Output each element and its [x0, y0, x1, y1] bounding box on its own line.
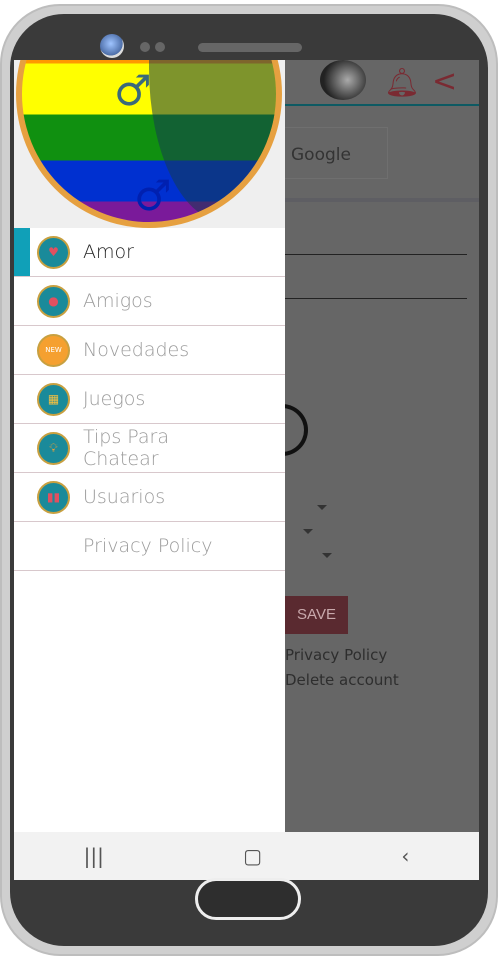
- drawer-item-juegos[interactable]: ▦ Juegos: [14, 375, 285, 424]
- chat-bubbles-icon: ●: [37, 284, 70, 318]
- drawer-item-label: Novedades: [83, 339, 190, 361]
- new-badge-icon: NEW: [37, 333, 70, 367]
- bell-icon[interactable]: 🔔︎: [384, 66, 420, 99]
- screen: 🔔︎ < Google SAVE Privacy Policy Delete a…: [14, 60, 479, 880]
- avatar[interactable]: [320, 60, 366, 100]
- input-underline[interactable]: [285, 298, 467, 299]
- share-icon[interactable]: <: [432, 64, 457, 99]
- drawer-item-label: Usuarios: [83, 486, 166, 508]
- lightbulb-icon: 💡︎: [37, 431, 70, 465]
- physical-home-button[interactable]: [195, 878, 301, 920]
- drawer-item-tips[interactable]: 💡︎ Tips Para Chatear: [14, 424, 285, 473]
- back-button[interactable]: ‹: [401, 844, 409, 868]
- speaker: [198, 43, 302, 52]
- save-button[interactable]: SAVE: [285, 596, 348, 634]
- sensor-dot: [155, 42, 165, 52]
- drawer-item-privacy-policy[interactable]: Privacy Policy: [14, 522, 285, 571]
- drawer-header-logo: ♂ ♂: [14, 60, 285, 228]
- slot-machine-icon: ▦: [37, 382, 70, 416]
- dropdown-arrow-icon[interactable]: [322, 553, 332, 558]
- hearts-chat-icon: ♥: [37, 235, 70, 269]
- drawer-item-label: Tips Para Chatear: [83, 426, 170, 470]
- drawer-item-amor[interactable]: ♥ Amor: [14, 228, 285, 277]
- drawer-item-label: Privacy Policy: [83, 535, 213, 557]
- recent-apps-button[interactable]: |||: [84, 844, 104, 868]
- system-nav-bar: ||| ▢ ‹: [14, 832, 479, 880]
- drawer-item-label: Juegos: [83, 388, 146, 410]
- divider: [285, 104, 479, 106]
- google-signin-button[interactable]: Google: [276, 127, 388, 179]
- drawer-item-label: Amigos: [83, 290, 153, 312]
- divider: [285, 198, 479, 202]
- sensor-dot: [140, 42, 150, 52]
- dropdown-arrow-icon[interactable]: [317, 505, 327, 510]
- input-underline[interactable]: [285, 254, 467, 255]
- delete-account-link[interactable]: Delete account: [285, 671, 399, 689]
- camera-icon: [100, 34, 124, 58]
- dropdown-arrow-icon[interactable]: [303, 529, 313, 534]
- users-icon: ▮▮: [37, 480, 70, 514]
- home-nav-button[interactable]: ▢: [243, 844, 262, 868]
- drawer-item-label: Amor: [83, 241, 134, 263]
- privacy-policy-link[interactable]: Privacy Policy: [285, 646, 387, 664]
- navigation-drawer: ♂ ♂ ♥ Amor ● Amigos NEW Novedades ▦ Juegos 💡…: [14, 60, 285, 832]
- drawer-item-novedades[interactable]: NEW Novedades: [14, 326, 285, 375]
- drawer-item-amigos[interactable]: ● Amigos: [14, 277, 285, 326]
- drawer-item-usuarios[interactable]: ▮▮ Usuarios: [14, 473, 285, 522]
